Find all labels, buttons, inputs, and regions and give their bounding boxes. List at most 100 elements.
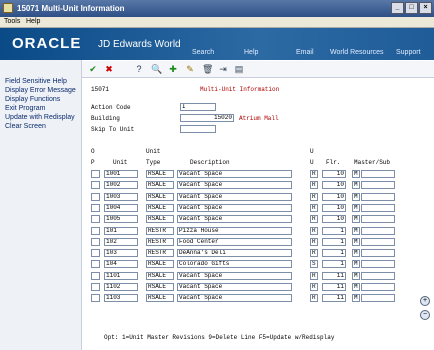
sidebar-item-field-help[interactable]: Field Sensitive Help xyxy=(5,78,67,85)
floor-field[interactable]: 10 xyxy=(322,204,346,212)
skip-to-unit-field[interactable] xyxy=(180,125,216,133)
row-option-field[interactable] xyxy=(91,215,100,223)
master-sub-field[interactable]: M xyxy=(352,272,360,280)
usage-field[interactable]: S xyxy=(310,260,318,268)
master-sub-extra-field[interactable] xyxy=(361,294,395,302)
unit-type-field[interactable]: RSALE xyxy=(146,193,174,201)
unit-type-field[interactable]: RSALE xyxy=(146,204,174,212)
floor-field[interactable]: 10 xyxy=(322,215,346,223)
description-field[interactable]: Vacant Space xyxy=(177,204,292,212)
floor-field[interactable]: 1 xyxy=(322,238,346,246)
page-down-icon[interactable]: − xyxy=(420,310,430,320)
unit-type-field[interactable]: RSALE xyxy=(146,283,174,291)
master-sub-field[interactable]: M xyxy=(352,215,360,223)
master-sub-field[interactable]: M xyxy=(352,294,360,302)
description-field[interactable]: Vacant Space xyxy=(177,170,292,178)
description-field[interactable]: Vacant Space xyxy=(177,283,292,291)
floor-field[interactable]: 1 xyxy=(322,249,346,257)
banner-email-link[interactable]: Email xyxy=(296,49,314,56)
menu-help[interactable]: Help xyxy=(26,18,40,25)
description-field[interactable]: Food Center xyxy=(177,238,292,246)
minimize-button[interactable]: _ xyxy=(391,2,404,14)
unit-field[interactable]: 1001 xyxy=(104,170,138,178)
export-icon[interactable]: ⇥ xyxy=(218,64,228,74)
floor-field[interactable]: 10 xyxy=(322,193,346,201)
master-sub-extra-field[interactable] xyxy=(361,272,395,280)
master-sub-extra-field[interactable] xyxy=(361,260,395,268)
unit-type-field[interactable]: RESTR xyxy=(146,227,174,235)
unit-field[interactable]: 102 xyxy=(104,238,138,246)
unit-field[interactable]: 1002 xyxy=(104,181,138,189)
master-sub-extra-field[interactable] xyxy=(361,283,395,291)
delete-icon[interactable]: 🗑 xyxy=(202,64,213,74)
master-sub-field[interactable]: M xyxy=(352,193,360,201)
unit-type-field[interactable]: RSALE xyxy=(146,294,174,302)
master-sub-extra-field[interactable] xyxy=(361,227,395,235)
usage-field[interactable]: R xyxy=(310,249,318,257)
description-field[interactable]: Vacant Space xyxy=(177,181,292,189)
usage-field[interactable]: R xyxy=(310,227,318,235)
usage-field[interactable]: R xyxy=(310,294,318,302)
row-option-field[interactable] xyxy=(91,204,100,212)
unit-field[interactable]: 1103 xyxy=(104,294,138,302)
usage-field[interactable]: R xyxy=(310,283,318,291)
description-field[interactable]: Vacant Space xyxy=(177,272,292,280)
floor-field[interactable]: 10 xyxy=(322,181,346,189)
unit-field[interactable]: 104 xyxy=(104,260,138,268)
row-option-field[interactable] xyxy=(91,260,100,268)
master-sub-extra-field[interactable] xyxy=(361,170,395,178)
close-button[interactable]: × xyxy=(419,2,432,14)
banner-search-link[interactable]: Search xyxy=(192,49,214,56)
banner-world-resources-link[interactable]: World Resources xyxy=(330,49,384,56)
floor-field[interactable]: 10 xyxy=(322,170,346,178)
unit-type-field[interactable]: RSALE xyxy=(146,170,174,178)
master-sub-field[interactable]: M xyxy=(352,227,360,235)
description-field[interactable]: Vacant Space xyxy=(177,193,292,201)
ok-icon[interactable]: ✔ xyxy=(88,64,98,74)
floor-field[interactable]: 11 xyxy=(322,294,346,302)
row-option-field[interactable] xyxy=(91,272,100,280)
print-icon[interactable]: ▤ xyxy=(234,64,244,74)
sidebar-item-error-message[interactable]: Display Error Message xyxy=(5,87,76,94)
description-field[interactable]: Vacant Space xyxy=(177,215,292,223)
usage-field[interactable]: R xyxy=(310,181,318,189)
cancel-icon[interactable]: ✖ xyxy=(104,64,114,74)
master-sub-extra-field[interactable] xyxy=(361,193,395,201)
master-sub-field[interactable]: M xyxy=(352,170,360,178)
banner-support-link[interactable]: Support xyxy=(396,49,421,56)
unit-type-field[interactable]: RSALE xyxy=(146,181,174,189)
action-code-field[interactable]: I xyxy=(180,103,216,111)
description-field[interactable]: Pizza House xyxy=(177,227,292,235)
row-option-field[interactable] xyxy=(91,170,100,178)
unit-field[interactable]: 103 xyxy=(104,249,138,257)
master-sub-field[interactable]: M xyxy=(352,238,360,246)
row-option-field[interactable] xyxy=(91,193,100,201)
usage-field[interactable]: R xyxy=(310,215,318,223)
usage-field[interactable]: R xyxy=(310,193,318,201)
master-sub-field[interactable]: M xyxy=(352,204,360,212)
usage-field[interactable]: R xyxy=(310,238,318,246)
floor-field[interactable]: 1 xyxy=(322,260,346,268)
help-icon[interactable]: ? xyxy=(134,64,144,74)
maximize-button[interactable]: □ xyxy=(405,2,418,14)
usage-field[interactable]: R xyxy=(310,170,318,178)
row-option-field[interactable] xyxy=(91,227,100,235)
add-icon[interactable]: ✚ xyxy=(168,64,178,74)
unit-field[interactable]: 1004 xyxy=(104,204,138,212)
building-field[interactable]: 15020 xyxy=(180,114,234,122)
unit-field[interactable]: 1102 xyxy=(104,283,138,291)
unit-type-field[interactable]: RESTR xyxy=(146,238,174,246)
sidebar-item-exit[interactable]: Exit Program xyxy=(5,105,45,112)
floor-field[interactable]: 11 xyxy=(322,272,346,280)
sidebar-item-clear[interactable]: Clear Screen xyxy=(5,123,46,130)
master-sub-extra-field[interactable] xyxy=(361,238,395,246)
floor-field[interactable]: 1 xyxy=(322,227,346,235)
unit-field[interactable]: 1005 xyxy=(104,215,138,223)
description-field[interactable]: DeAnna's Deli xyxy=(177,249,292,257)
find-icon[interactable]: 🔍 xyxy=(151,64,162,74)
sidebar-item-update[interactable]: Update with Redisplay xyxy=(5,114,75,121)
description-field[interactable]: Colorado Gifts xyxy=(177,260,292,268)
row-option-field[interactable] xyxy=(91,238,100,246)
row-option-field[interactable] xyxy=(91,283,100,291)
description-field[interactable]: Vacant Space xyxy=(177,294,292,302)
